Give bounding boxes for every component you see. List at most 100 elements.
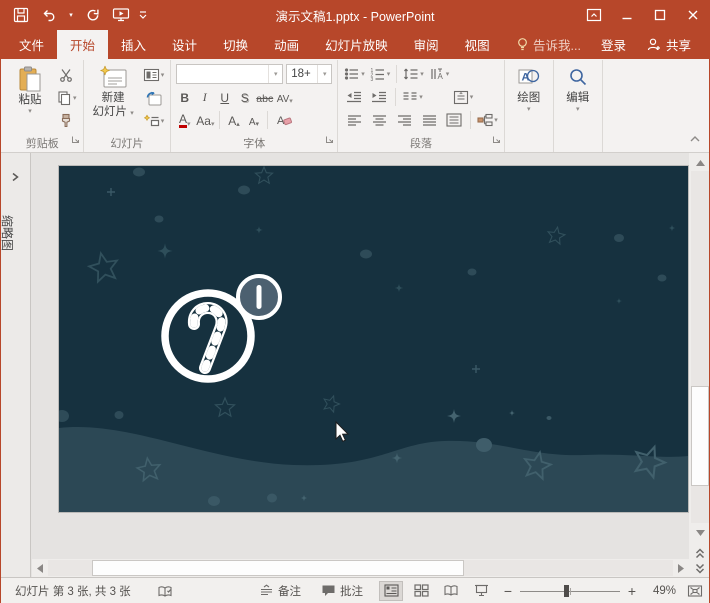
comments-toggle[interactable]: 批注 (315, 578, 369, 603)
shrink-font-button[interactable]: A▾ (245, 110, 262, 130)
align-left-button[interactable] (343, 110, 365, 130)
tab-transitions[interactable]: 切换 (210, 30, 261, 59)
new-slide-button[interactable]: 新建 幻灯片 ▾ (89, 63, 138, 135)
distribute-button[interactable] (443, 110, 465, 130)
zoom-slider-thumb[interactable] (564, 585, 569, 597)
drawing-menu-button[interactable]: A 绘图 ▾ (510, 63, 548, 135)
align-right-button[interactable] (393, 110, 415, 130)
line-spacing-button[interactable]: ▾ (402, 64, 425, 84)
align-text-button[interactable]: ▾ (452, 87, 475, 107)
undo-dropdown[interactable]: ▾ (64, 3, 78, 27)
chevron-down-icon: ▾ (161, 118, 165, 125)
clear-formatting-button[interactable]: A (273, 110, 295, 130)
expand-pane-chevron-icon[interactable] (10, 169, 20, 187)
quick-access-toolbar: ▾ (1, 3, 150, 27)
thumbnail-pane-collapsed[interactable]: 缩略图 (1, 153, 31, 577)
italic-button[interactable]: I (196, 87, 213, 107)
paragraph-dialog-launcher[interactable] (492, 131, 501, 149)
text-shadow-button[interactable]: S (236, 87, 253, 107)
svg-text:A: A (437, 72, 443, 81)
scroll-up-button[interactable] (691, 155, 709, 171)
share-button[interactable]: 共享 (638, 30, 699, 59)
font-size-combo[interactable]: 18+ ▾ (286, 64, 332, 84)
start-from-beginning-button[interactable] (108, 3, 134, 27)
section-button[interactable]: ▾ (142, 111, 166, 131)
slide-canvas[interactable] (32, 153, 689, 559)
font-dialog-launcher[interactable] (325, 131, 334, 149)
tab-animations[interactable]: 动画 (261, 30, 312, 59)
strikethrough-button[interactable]: abc (256, 87, 273, 107)
tab-review[interactable]: 审阅 (401, 30, 452, 59)
spell-check-button[interactable] (151, 578, 179, 603)
tab-home[interactable]: 开始 (57, 30, 108, 59)
columns-button[interactable]: ▾ (401, 87, 424, 107)
notes-toggle[interactable]: 备注 (253, 578, 307, 603)
reset-button[interactable] (142, 88, 166, 108)
ribbon-display-options-button[interactable] (577, 0, 610, 30)
zoom-in-button[interactable]: + (627, 583, 637, 599)
slide-sorter-view-button[interactable] (409, 581, 433, 601)
dialog-launcher-icon (71, 135, 80, 144)
chevron-down-icon: ▾ (317, 65, 331, 83)
previous-slide-button[interactable] (691, 545, 709, 561)
zoom-out-button[interactable]: − (503, 583, 513, 599)
underline-button[interactable]: U (216, 87, 233, 107)
cut-button[interactable] (55, 65, 78, 85)
slide[interactable] (59, 166, 688, 512)
clipboard-dialog-launcher[interactable] (71, 131, 80, 149)
zoom-slider[interactable] (520, 584, 620, 598)
horizontal-scroll-thumb[interactable] (92, 560, 464, 576)
layout-button[interactable]: ▾ (142, 65, 166, 85)
bold-button[interactable]: B (176, 87, 193, 107)
character-spacing-button[interactable]: AV▾ (276, 87, 293, 107)
customize-qat-button[interactable] (136, 3, 150, 27)
minimize-button[interactable] (610, 0, 643, 30)
repeat-button[interactable] (80, 3, 106, 27)
sign-in-button[interactable]: 登录 (593, 30, 634, 59)
font-color-button[interactable]: A ▾ (176, 110, 193, 130)
horizontal-scroll-track[interactable] (48, 560, 673, 576)
numbering-button[interactable]: 1 2 3 ▾ (369, 64, 392, 84)
change-case-button[interactable]: Aa▾ (196, 110, 214, 130)
slide-number-indicator[interactable]: 幻灯片 第 3 张, 共 3 张 (9, 578, 137, 603)
next-slide-button[interactable] (691, 560, 709, 576)
maximize-button[interactable] (643, 0, 676, 30)
increase-indent-button[interactable] (368, 87, 390, 107)
text-direction-button[interactable]: A ▾ (428, 64, 451, 84)
decrease-indent-button[interactable] (343, 87, 365, 107)
group-drawing: A 绘图 ▾ (505, 60, 554, 152)
normal-view-button[interactable] (379, 581, 403, 601)
editing-menu-button[interactable]: 编辑 ▾ (559, 63, 597, 135)
collapse-ribbon-button[interactable] (689, 130, 701, 148)
tab-file[interactable]: 文件 (6, 30, 57, 59)
justify-button[interactable] (418, 110, 440, 130)
grow-font-button[interactable]: A▴ (225, 110, 242, 130)
reading-view-button[interactable] (439, 581, 463, 601)
tab-design[interactable]: 设计 (159, 30, 210, 59)
paste-button[interactable]: 粘贴 ▾ (9, 63, 51, 135)
scroll-left-button[interactable] (32, 560, 48, 576)
slideshow-view-button[interactable] (469, 581, 493, 601)
bullets-button[interactable]: ▾ (343, 64, 366, 84)
scroll-right-button[interactable] (673, 560, 689, 576)
spell-check-book-icon (157, 584, 173, 598)
undo-button[interactable] (36, 3, 62, 27)
paste-label: 粘贴 (19, 94, 42, 107)
save-button[interactable] (8, 3, 34, 27)
font-name-combo[interactable]: ▾ (176, 64, 283, 84)
zoom-level[interactable]: 49% (644, 585, 676, 597)
convert-to-smartart-button[interactable]: ▾ (476, 110, 499, 130)
scroll-down-button[interactable] (691, 525, 709, 541)
tab-insert[interactable]: 插入 (108, 30, 159, 59)
vertical-scroll-thumb[interactable] (691, 386, 709, 486)
tell-me-box[interactable]: 告诉我... (508, 30, 589, 59)
tab-view[interactable]: 视图 (452, 30, 503, 59)
close-button[interactable] (676, 0, 709, 30)
align-center-button[interactable] (368, 110, 390, 130)
copy-button[interactable]: ▾ (55, 88, 78, 108)
format-painter-button[interactable] (55, 111, 78, 131)
fit-slide-to-window-button[interactable] (687, 584, 703, 598)
chevron-down-icon: ▾ (187, 121, 191, 128)
tab-slideshow[interactable]: 幻灯片放映 (312, 30, 401, 59)
chevron-down-icon: ▾ (268, 65, 282, 83)
